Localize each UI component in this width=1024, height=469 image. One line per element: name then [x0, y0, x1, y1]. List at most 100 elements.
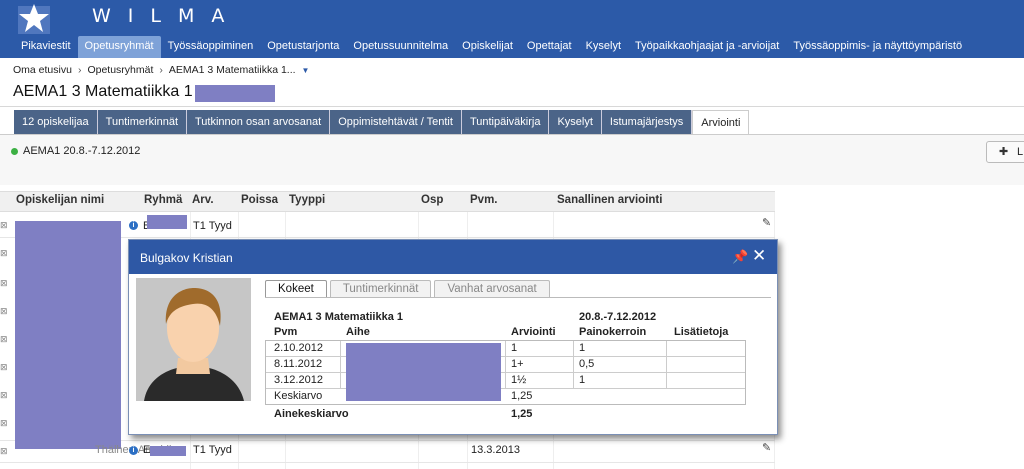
average-value: 1,25 — [511, 390, 533, 402]
grade-weight: 1 — [579, 374, 586, 386]
nav-item-tyossaoppiminen[interactable]: Työssäoppiminen — [161, 36, 261, 58]
divider — [265, 297, 771, 298]
drag-handle-icon[interactable]: ⊠ — [0, 248, 8, 259]
pencil-icon[interactable]: ✎ — [762, 441, 771, 454]
main-nav: Pikaviestit Opetusryhmät Työssäoppiminen… — [0, 36, 1024, 58]
grade-value: 1 — [511, 342, 518, 354]
info-icon[interactable]: i — [129, 446, 138, 455]
tab-tutkinnon-osan-arvosanat[interactable]: Tutkinnon osan arvosanat — [187, 110, 331, 134]
tab-tuntimerkinnat[interactable]: Tuntimerkinnät — [329, 280, 432, 298]
table-row — [266, 389, 745, 405]
popup-period: 20.8.-7.12.2012 — [579, 311, 657, 323]
drag-handle-icon[interactable]: ⊠ — [0, 306, 8, 317]
col-header-absent[interactable]: Poissa — [241, 194, 278, 206]
col-header-aihe: Aihe — [346, 326, 370, 338]
col-header-group[interactable]: Ryhmä — [144, 194, 182, 206]
nav-item-opiskelijat[interactable]: Opiskelijat — [455, 36, 520, 58]
date-cell: 13.3.2013 — [471, 444, 520, 456]
col-header-verbal[interactable]: Sanallinen arviointi — [557, 194, 662, 206]
drag-handle-icon[interactable]: ⊠ — [0, 220, 8, 231]
grade-date: 3.12.2012 — [274, 374, 323, 386]
tab-istumajarjestys[interactable]: Istumajärjestys — [601, 110, 693, 134]
grade-value: 1+ — [511, 358, 524, 370]
add-button[interactable]: ✚ L — [986, 141, 1024, 163]
col-header-date[interactable]: Pvm. — [470, 194, 498, 206]
grade-date: 2.10.2012 — [274, 342, 323, 354]
group-tabs: 12 opiskelijaa Tuntimerkinnät Tutkinnon … — [14, 110, 750, 134]
drag-handle-icon[interactable]: ⊠ — [0, 390, 8, 401]
col-header-name[interactable]: Opiskelijan nimi — [16, 194, 104, 206]
pencil-icon[interactable]: ✎ — [762, 216, 771, 229]
student-popup: Bulgakov Kristian 📌 ✕ Kokeet Tuntimerkin… — [128, 239, 778, 435]
tab-tuntipaivakirja[interactable]: Tuntipäiväkirja — [461, 110, 550, 134]
col-header-pvm: Pvm — [274, 326, 298, 338]
popup-course: AEMA1 3 Matematiikka 1 — [274, 311, 403, 323]
popup-header: Bulgakov Kristian 📌 ✕ — [129, 240, 777, 274]
divider — [0, 106, 1024, 107]
drag-handle-icon[interactable]: ⊠ — [0, 334, 8, 345]
column-divider — [666, 341, 667, 389]
type-cell[interactable]: T1 Tyyd — [193, 220, 232, 232]
drag-handle-icon[interactable]: ⊠ — [0, 362, 8, 373]
breadcrumb-home[interactable]: Oma etusivu — [13, 64, 72, 76]
page-title: AEMA1 3 Matematiikka 1 — [13, 83, 193, 100]
tab-tuntimerkinnat[interactable]: Tuntimerkinnät — [97, 110, 187, 134]
avatar — [136, 278, 251, 401]
course-period[interactable]: AEMA1 20.8.-7.12.2012 — [23, 145, 140, 157]
course-panel — [0, 135, 1024, 185]
popup-title: Bulgakov Kristian — [140, 251, 233, 265]
app-header: WILMA — [0, 0, 1024, 36]
nav-item-opetustarjonta[interactable]: Opetustarjonta — [260, 36, 346, 58]
redacted-block — [150, 446, 186, 456]
course-average-label: Ainekeskiarvo — [274, 408, 349, 420]
breadcrumb-current[interactable]: AEMA1 3 Matematiikka 1... — [169, 64, 296, 76]
tab-vanhat-arvosanat[interactable]: Vanhat arvosanat — [434, 280, 550, 298]
status-dot-icon — [11, 148, 18, 155]
type-cell[interactable]: T1 Tyyd — [193, 444, 232, 456]
nav-item-pikaviestit[interactable]: Pikaviestit — [14, 36, 78, 58]
nav-item-opetussuunnitelma[interactable]: Opetussuunnitelma — [346, 36, 455, 58]
pin-icon[interactable]: 📌 — [732, 249, 748, 265]
tab-kyselyt[interactable]: Kyselyt — [549, 110, 602, 134]
col-header-painokerroin: Painokerroin — [579, 326, 647, 338]
grade-weight: 1 — [579, 342, 586, 354]
tab-kokeet[interactable]: Kokeet — [265, 280, 327, 298]
wilma-logo-icon[interactable] — [14, 2, 54, 34]
column-divider — [505, 341, 506, 389]
col-header-grade[interactable]: Arv. — [192, 194, 214, 206]
add-button-label: L — [1017, 146, 1024, 158]
tab-arviointi[interactable]: Arviointi — [692, 110, 750, 134]
breadcrumb-separator: › — [77, 64, 82, 76]
course-average-value: 1,25 — [511, 408, 533, 420]
nav-item-opettajat[interactable]: Opettajat — [520, 36, 579, 58]
nav-item-kyselyt[interactable]: Kyselyt — [579, 36, 628, 58]
tab-oppimistehtavat[interactable]: Oppimistehtävät / Tentit — [330, 110, 462, 134]
breadcrumb-opetusryhmat[interactable]: Opetusryhmät — [87, 64, 153, 76]
drag-handle-icon[interactable]: ⊠ — [0, 418, 8, 429]
grade-weight: 0,5 — [579, 358, 595, 370]
col-header-type[interactable]: Tyyppi — [289, 194, 325, 206]
redacted-block — [15, 221, 121, 449]
popup-tabs: Kokeet Tuntimerkinnät Vanhat arvosanat — [265, 280, 550, 298]
tab-opiskelijaa[interactable]: 12 opiskelijaa — [14, 110, 98, 134]
average-label: Keskiarvo — [274, 390, 323, 402]
redacted-block — [147, 215, 187, 229]
row-divider — [0, 462, 775, 463]
col-header-arviointi: Arviointi — [511, 326, 556, 338]
drag-handle-icon[interactable]: ⊠ — [0, 446, 8, 457]
grade-value: 1½ — [511, 374, 527, 386]
close-icon[interactable]: ✕ — [752, 246, 766, 266]
column-divider — [573, 341, 574, 389]
nav-item-tyopaikkaohjaajat[interactable]: Työpaikkaohjaajat ja -arvioijat — [628, 36, 786, 58]
grades-table — [265, 340, 746, 405]
col-header-lisatietoja: Lisätietoja — [674, 326, 729, 338]
breadcrumb-separator: › — [159, 64, 163, 76]
chevron-down-icon[interactable]: ▼ — [302, 66, 310, 75]
drag-handle-icon[interactable]: ⊠ — [0, 278, 8, 289]
plus-icon: ✚ — [999, 146, 1009, 158]
nav-item-opetusryhmat[interactable]: Opetusryhmät — [77, 36, 161, 58]
col-header-osp[interactable]: Osp — [421, 194, 443, 206]
nav-item-tyossaoppimisymparisto[interactable]: Työssäoppimis- ja näyttöympäristö — [786, 36, 969, 58]
info-icon[interactable]: i — [129, 221, 138, 230]
app-brand: WILMA — [92, 5, 242, 27]
